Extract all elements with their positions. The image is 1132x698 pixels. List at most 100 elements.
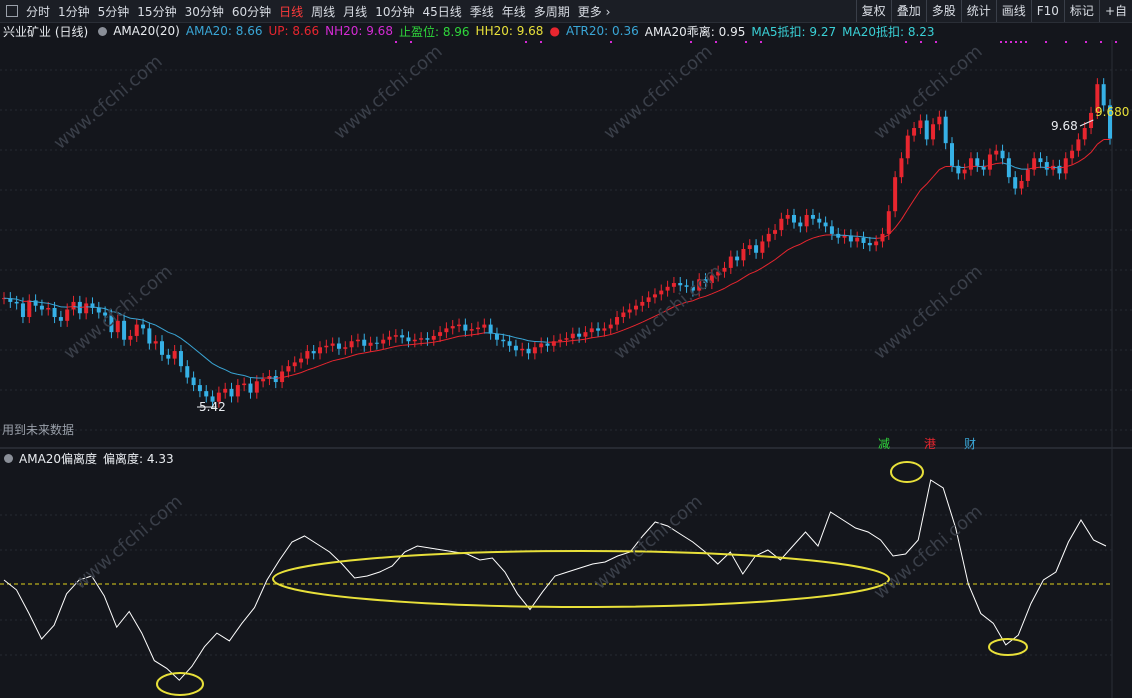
ama-line-segment [313, 365, 321, 369]
watermark: www.cfchi.com [50, 51, 167, 154]
ama-line-segment [395, 344, 403, 347]
candle-body [273, 376, 278, 383]
ama-line-segment [307, 367, 314, 371]
candle-body [962, 169, 967, 174]
ama-line-segment [800, 240, 807, 245]
candle-body [330, 343, 335, 346]
ama-line-segment [218, 366, 226, 371]
candle-body [20, 303, 25, 318]
ama-line-segment [736, 277, 744, 283]
ama-line-segment [857, 235, 864, 238]
candle-body [469, 329, 474, 331]
candle-body [577, 333, 582, 337]
ama-line-segment [932, 169, 940, 178]
candle-body [343, 347, 348, 349]
candle-body [804, 214, 809, 227]
ama-line-segment [585, 337, 592, 340]
candle-body [406, 337, 411, 342]
ama-line-segment [876, 237, 883, 239]
ama-line-segment [193, 347, 201, 354]
sub-title[interactable]: AMA20偏离度 [19, 450, 97, 467]
watermark: www.cfchi.com [870, 261, 987, 364]
ama-line-segment [724, 284, 732, 289]
ama-line-segment [136, 318, 144, 321]
signal-dot [525, 41, 527, 43]
ama-line-segment [597, 335, 605, 338]
watermark: www.cfchi.com [60, 261, 177, 364]
candle-body [634, 305, 638, 310]
ama-line-segment [427, 341, 434, 344]
candle-body [671, 283, 676, 287]
signal-dot [1005, 41, 1007, 43]
candle-body [817, 218, 822, 223]
candle-body [261, 379, 266, 382]
ama-line-segment [130, 317, 137, 320]
candle-body [494, 333, 499, 340]
signal-dot [935, 41, 937, 43]
candle-body [324, 345, 329, 348]
candle-body [823, 222, 828, 227]
ama-line-segment [351, 353, 359, 357]
candle-body [602, 328, 607, 331]
ama-line-segment [907, 199, 915, 210]
candle-body [368, 342, 373, 346]
signal-dot [690, 41, 692, 43]
ama-line-segment [610, 331, 618, 336]
ama-line-segment [345, 355, 352, 359]
signal-dot [1025, 41, 1027, 43]
candle-body [488, 324, 493, 334]
ama-line-segment [142, 319, 150, 324]
ama-line-segment [522, 338, 529, 342]
signal-dot [760, 41, 762, 43]
ama-line-segment [161, 328, 169, 333]
candle-body [223, 388, 228, 393]
candle-body [532, 347, 537, 354]
candle-body [463, 324, 468, 331]
candle-body [621, 312, 626, 318]
candle-body [14, 301, 19, 304]
ama-line-segment [149, 322, 156, 326]
ama-line-segment [205, 358, 213, 365]
ama-line-segment [579, 338, 586, 341]
candle-body [937, 116, 942, 125]
high-marker-label: 9.68 [1051, 119, 1078, 133]
candle-body [501, 339, 506, 342]
ama-line-segment [16, 298, 24, 302]
candle-body [893, 177, 898, 212]
ama-line-segment [54, 304, 62, 308]
candle-body [349, 341, 354, 348]
signal-cai: 财 [964, 437, 977, 451]
chart-canvas[interactable]: www.cfchi.com www.cfchi.com www.cfchi.com w… [0, 0, 1132, 698]
ama-line-segment [793, 243, 801, 248]
candle-body [968, 158, 973, 170]
candle-body [513, 345, 518, 351]
ama-line-segment [913, 189, 921, 200]
candle-body [248, 383, 253, 393]
candle-body [792, 214, 796, 223]
candle-body [867, 242, 872, 246]
candle-body [1063, 158, 1068, 174]
ama-line-segment [1090, 143, 1098, 153]
candle-body [924, 120, 929, 140]
candle-body [931, 124, 936, 140]
candle-body [96, 307, 101, 313]
candle-body [754, 245, 759, 253]
ama-line-segment [92, 306, 99, 309]
ama-line-segment [168, 331, 175, 336]
candle-body [779, 218, 784, 231]
annotation-ellipse-rebound [988, 638, 1028, 656]
sub-toggle-icon[interactable] [4, 453, 13, 463]
candle-body [235, 385, 240, 397]
ama-line-segment [294, 372, 302, 376]
signal-dot [1045, 41, 1047, 43]
candle-body [545, 343, 550, 346]
ama-line-segment [604, 334, 611, 337]
signal-gang: 港 [924, 437, 937, 451]
ama-line-segment [806, 237, 814, 242]
candle-body [450, 326, 455, 329]
candle-body [355, 339, 360, 342]
ama-line-segment [288, 374, 295, 377]
ama-line-segment [300, 369, 308, 374]
candle-body [147, 328, 152, 344]
watermark: www.cfchi.com [330, 41, 447, 144]
